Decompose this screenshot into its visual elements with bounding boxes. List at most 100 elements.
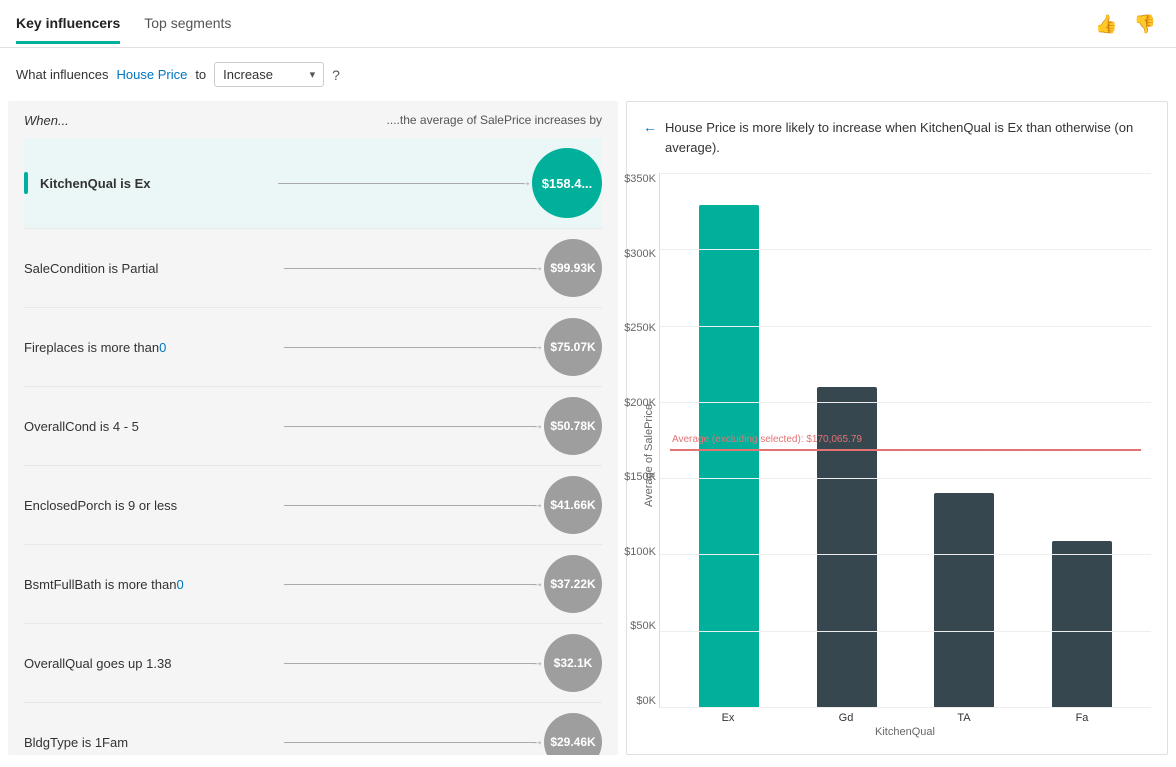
influencer-row-enclosedporch[interactable]: EnclosedPorch is 9 or less $41.66K	[24, 466, 602, 545]
bubble-value: $32.1K	[554, 656, 593, 670]
influencer-label-text: SaleCondition is Partial	[24, 261, 158, 276]
y-axis-tick: $350K	[608, 173, 656, 185]
influencer-label-text: OverallCond is 4 - 5	[24, 419, 139, 434]
chart-bar-fa[interactable]	[1052, 541, 1112, 707]
toolbar: What influences House Price to Increase …	[0, 48, 1176, 101]
influencer-label: Fireplaces is more than0	[24, 340, 276, 355]
influencer-line	[284, 347, 536, 348]
influencer-line	[284, 742, 536, 743]
tab-key-influencers[interactable]: Key influencers	[16, 15, 120, 44]
y-axis-tick: $50K	[608, 620, 656, 632]
increases-label: ....the average of SalePrice increases b…	[387, 113, 602, 127]
influencer-row-fireplaces[interactable]: Fireplaces is more than0 $75.07K	[24, 308, 602, 387]
header: Key influencers Top segments 👍 👎	[0, 0, 1176, 48]
grid-line	[660, 707, 1151, 708]
chart-title-text: House Price is more likely to increase w…	[665, 118, 1151, 157]
y-axis-tick: $100K	[608, 546, 656, 558]
influencer-row-overallcond[interactable]: OverallCond is 4 - 5 $50.78K	[24, 387, 602, 466]
y-axis-tick: $300K	[608, 248, 656, 260]
influencer-bubble: $75.07K	[544, 318, 602, 376]
bubble-value: $29.46K	[550, 735, 595, 749]
influencer-label: KitchenQual is Ex	[24, 172, 270, 194]
influencer-label: OverallQual goes up 1.38	[24, 656, 276, 671]
header-icons: 👍 👎	[1091, 12, 1160, 47]
bubble-value: $75.07K	[550, 340, 595, 354]
influencer-bubble: $29.46K	[544, 713, 602, 755]
average-line	[670, 449, 1141, 451]
influencer-row-salecondition[interactable]: SaleCondition is Partial $99.93K	[24, 229, 602, 308]
influencer-row-kitchenqual[interactable]: KitchenQual is Ex $158.4...	[24, 138, 602, 229]
y-axis-tick: $200K	[608, 397, 656, 409]
influencer-bubble: $32.1K	[544, 634, 602, 692]
influencers-list: KitchenQual is Ex $158.4... SaleConditio…	[24, 138, 602, 755]
toolbar-subject: House Price	[117, 67, 188, 82]
influencer-label-text: Fireplaces is more than0	[24, 340, 166, 355]
grid-line	[660, 249, 1151, 250]
grid-line	[660, 554, 1151, 555]
influencer-label-text: OverallQual goes up 1.38	[24, 656, 171, 671]
influencer-label: OverallCond is 4 - 5	[24, 419, 276, 434]
average-label: Average (excluding selected): $170,065.7…	[672, 434, 862, 445]
influencer-bubble: $37.22K	[544, 555, 602, 613]
x-axis-tick-ex: Ex	[698, 712, 758, 724]
help-button[interactable]: ?	[332, 67, 340, 83]
influencer-label-text: BsmtFullBath is more than0	[24, 577, 184, 592]
bubble-value: $41.66K	[550, 498, 595, 512]
influencer-label: EnclosedPorch is 9 or less	[24, 498, 276, 513]
bubble-value: $37.22K	[550, 577, 595, 591]
tab-top-segments[interactable]: Top segments	[144, 15, 231, 44]
right-panel: ← House Price is more likely to increase…	[626, 101, 1168, 755]
grid-line	[660, 173, 1151, 174]
x-axis-tick-gd: Gd	[816, 712, 876, 724]
y-axis-tick: $250K	[608, 322, 656, 334]
chart-bar-ta[interactable]	[934, 493, 994, 707]
bubble-value: $50.78K	[550, 419, 595, 433]
x-axis-tick-fa: Fa	[1052, 712, 1112, 724]
tabs: Key influencers Top segments	[16, 15, 231, 44]
influencer-line	[284, 584, 536, 585]
grid-line	[660, 631, 1151, 632]
selected-indicator	[24, 172, 28, 194]
y-axis-labels: $350K$300K$250K$200K$150K$100K$50K$0K	[608, 173, 656, 707]
influencer-bubble: $99.93K	[544, 239, 602, 297]
y-axis-tick: $0K	[608, 695, 656, 707]
bubble-value: $99.93K	[550, 261, 595, 275]
influencer-row-bsmtfullbath[interactable]: BsmtFullBath is more than0 $37.22K	[24, 545, 602, 624]
influencer-label-text: BldgType is 1Fam	[24, 735, 128, 750]
x-labels: Ex Gd TA Fa	[659, 712, 1151, 724]
influencer-label: BldgType is 1Fam	[24, 735, 276, 750]
chart-grid: $350K$300K$250K$200K$150K$100K$50K$0KAve…	[659, 173, 1151, 708]
main-content: When... ....the average of SalePrice inc…	[0, 101, 1176, 763]
chart-bar-ex[interactable]	[699, 205, 759, 707]
thumbs-up-button[interactable]: 👍	[1091, 12, 1121, 37]
dropdown-value: Increase	[223, 67, 303, 82]
x-axis-title: KitchenQual	[659, 726, 1151, 738]
influence-dropdown[interactable]: Increase ▾	[214, 62, 324, 87]
influencer-bubble: $41.66K	[544, 476, 602, 534]
left-panel-header: When... ....the average of SalePrice inc…	[24, 113, 602, 128]
influencer-bubble: $50.78K	[544, 397, 602, 455]
influencer-bubble: $158.4...	[532, 148, 602, 218]
right-panel-title: ← House Price is more likely to increase…	[643, 118, 1151, 157]
influencer-line	[284, 426, 536, 427]
x-axis-tick-ta: TA	[934, 712, 994, 724]
chevron-down-icon: ▾	[310, 68, 316, 81]
chart-area: Average of SalePrice $350K$300K$250K$200…	[643, 173, 1151, 738]
influencer-label: SaleCondition is Partial	[24, 261, 276, 276]
back-arrow-icon[interactable]: ←	[643, 119, 657, 135]
toolbar-connector: to	[195, 67, 206, 82]
when-label: When...	[24, 113, 69, 128]
chart-inner: $350K$300K$250K$200K$150K$100K$50K$0KAve…	[659, 173, 1151, 738]
influencer-line	[284, 268, 536, 269]
influencer-row-bldgtype[interactable]: BldgType is 1Fam $29.46K	[24, 703, 602, 755]
grid-line	[660, 478, 1151, 479]
left-panel: When... ....the average of SalePrice inc…	[8, 101, 618, 755]
thumbs-down-button[interactable]: 👎	[1130, 12, 1160, 37]
influencer-line	[284, 663, 536, 664]
grid-line	[660, 402, 1151, 403]
influencer-row-overallqual[interactable]: OverallQual goes up 1.38 $32.1K	[24, 624, 602, 703]
influencer-line	[284, 505, 536, 506]
influencer-label-text: EnclosedPorch is 9 or less	[24, 498, 177, 513]
influencer-label-text: KitchenQual is Ex	[40, 176, 270, 191]
toolbar-prefix: What influences	[16, 67, 109, 82]
